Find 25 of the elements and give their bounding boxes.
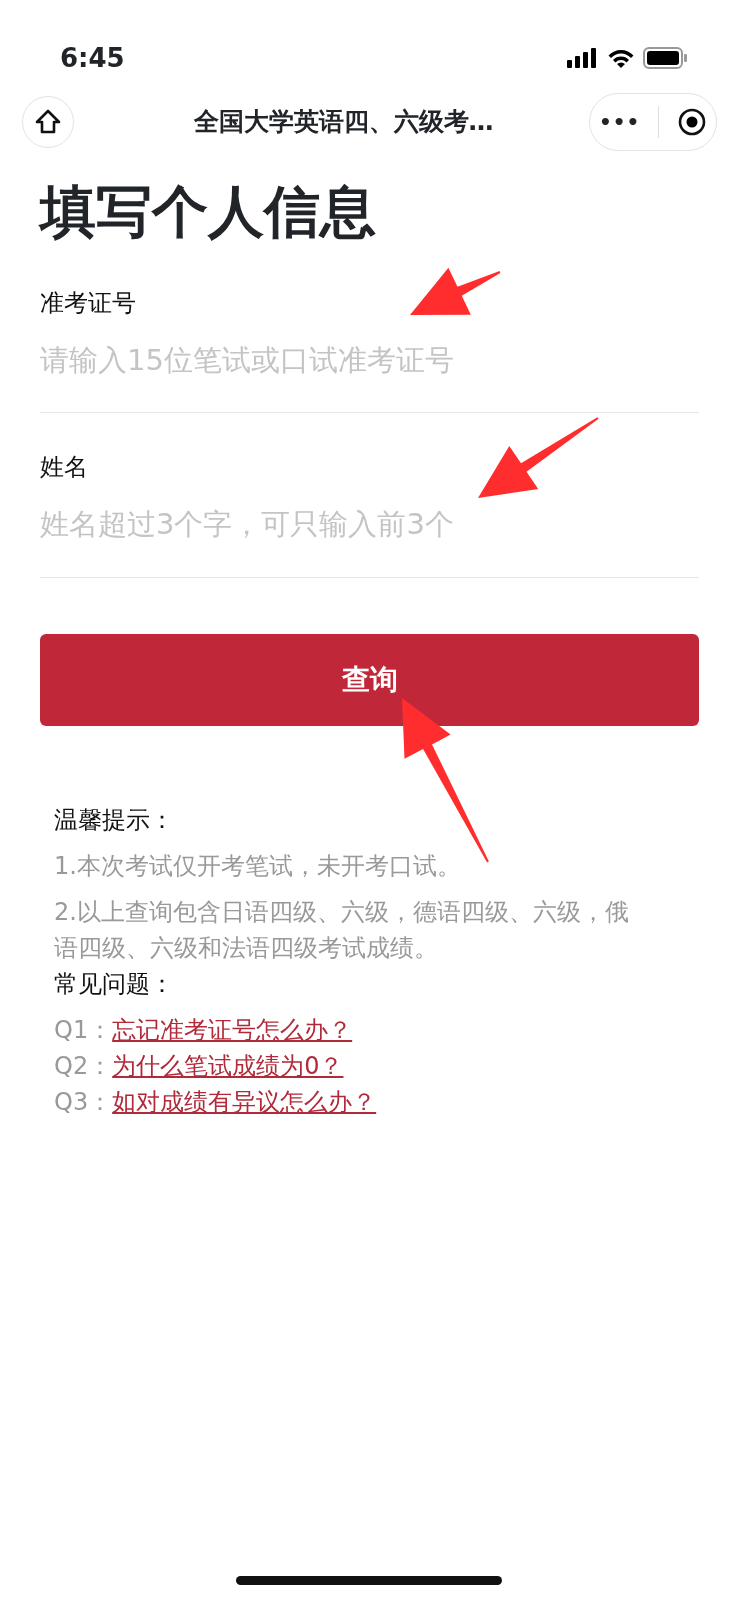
faq-link[interactable]: 忘记准考证号怎么办？ — [112, 1011, 353, 1048]
question-label: Q2： — [54, 1050, 113, 1082]
signal-icon — [567, 48, 599, 68]
faq-link[interactable]: 为什么笔试成绩为0？ — [112, 1047, 344, 1084]
wifi-icon — [607, 48, 635, 68]
tip-text: 1.本次考试仅开考笔试，未开考口试。 — [54, 850, 462, 882]
tips-title: 温馨提示： — [54, 804, 175, 836]
home-button[interactable] — [22, 96, 74, 148]
question-label: Q1： — [54, 1014, 113, 1046]
tip-text: 2.以上查询包含日语四级、六级，德语四级、六级，俄语四级、六级和法语四级考试成绩。 — [54, 896, 630, 964]
more-button[interactable]: ••• — [598, 107, 641, 137]
faq-link[interactable]: 如对成绩有异议怎么办？ — [112, 1083, 377, 1120]
input-field[interactable]: 姓名超过3个字，可只输入前3个 — [40, 485, 699, 547]
close-target-icon[interactable] — [677, 107, 708, 137]
question-label: Q3： — [54, 1086, 113, 1118]
status-time: 6:45 — [60, 41, 125, 75]
page-title: 全国大学英语四、六级考… — [192, 106, 495, 139]
faq-title: 常见问题： — [54, 968, 175, 1000]
page-heading: 填写个人信息 — [40, 178, 377, 246]
field-label: 准考证号 — [40, 287, 136, 319]
input-field[interactable]: 请输入15位笔试或口试准考证号 — [40, 320, 699, 383]
home-icon — [34, 108, 62, 136]
query-button[interactable]: 查询 — [40, 633, 699, 726]
field-label: 姓名 — [40, 452, 88, 484]
battery-icon — [643, 47, 687, 69]
